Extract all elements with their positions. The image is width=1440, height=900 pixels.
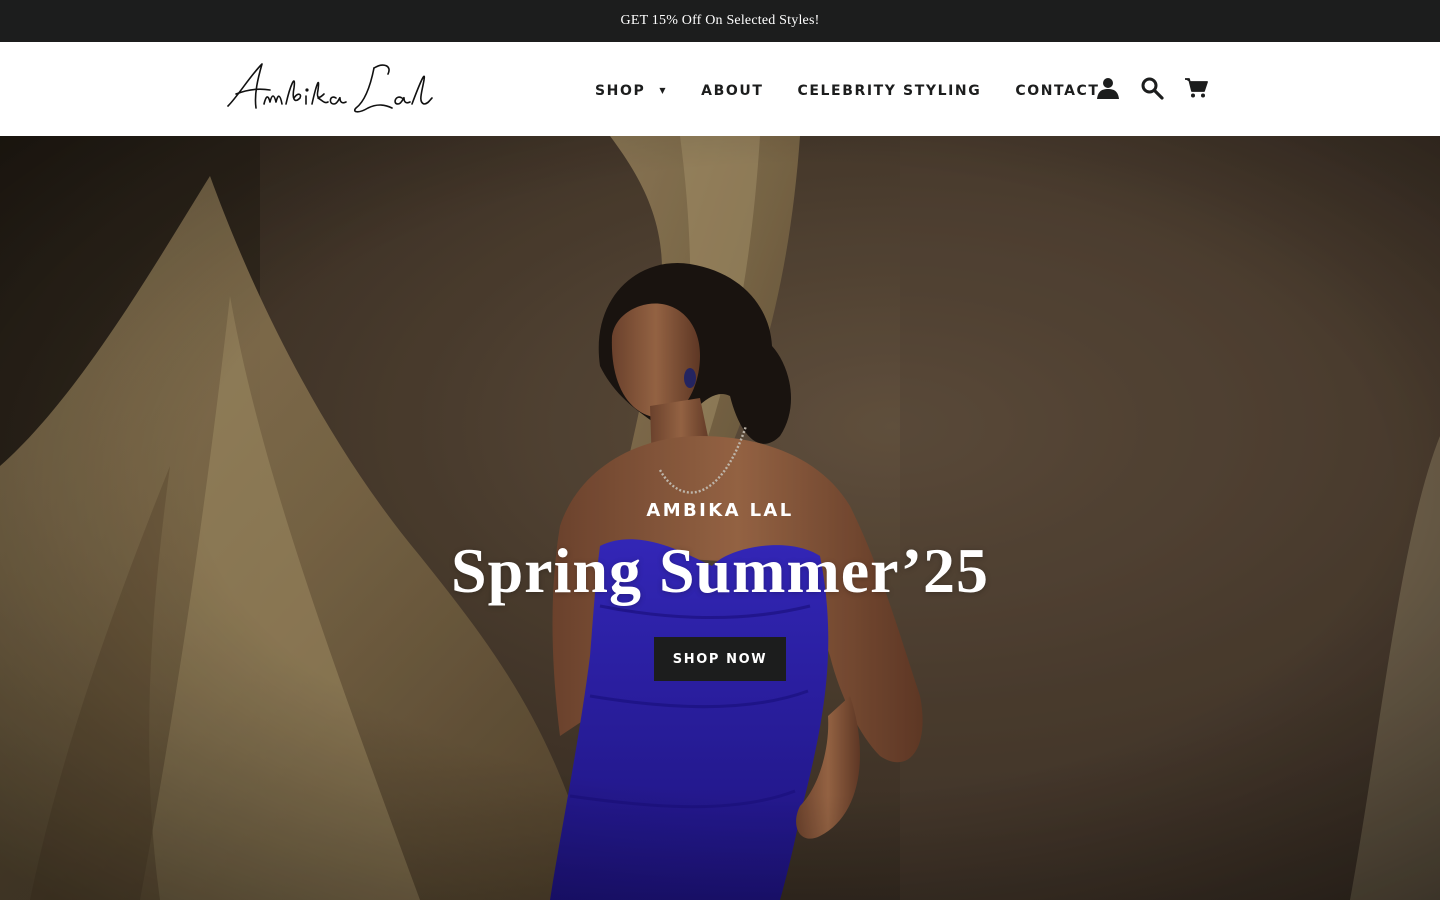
hero-subtitle: Ambika Lal <box>646 500 794 521</box>
brand-logo[interactable]: Ambika Lal <box>224 58 434 122</box>
brand-logo-script <box>227 63 433 113</box>
nav-item-about-label: About <box>701 83 764 99</box>
cart-icon[interactable] <box>1182 74 1210 102</box>
nav-item-celebrity-styling[interactable]: Celebrity Styling <box>780 83 998 99</box>
caret-down-icon: ▼ <box>659 85 668 95</box>
nav-item-shop-label: Shop <box>595 83 646 99</box>
nav-item-shop[interactable]: Shop ▼ <box>578 83 684 99</box>
account-icon[interactable] <box>1094 74 1122 102</box>
hero-title: Spring Summer’25 <box>450 535 990 606</box>
nav-item-celebrity-styling-label: Celebrity Styling <box>797 83 982 99</box>
site-header: Ambika Lal Shop ▼ About Celebrity Stylin… <box>0 42 1440 136</box>
search-icon[interactable] <box>1138 74 1166 102</box>
announcement-text: GET 15% Off On Selected Styles! <box>620 13 820 28</box>
announcement-bar: GET 15% Off On Selected Styles! <box>0 0 1440 42</box>
nav-item-about[interactable]: About <box>684 83 780 99</box>
hero-content: Ambika Lal Spring Summer’25 Shop now <box>0 496 1440 681</box>
shop-now-button[interactable]: Shop now <box>654 637 786 681</box>
nav-item-contact-label: Contact <box>1015 83 1100 99</box>
hero-banner: Ambika Lal Spring Summer’25 Shop now <box>0 136 1440 900</box>
header-icons <box>1094 72 1210 104</box>
main-nav: Shop ▼ About Celebrity Styling Contact <box>578 76 1117 106</box>
